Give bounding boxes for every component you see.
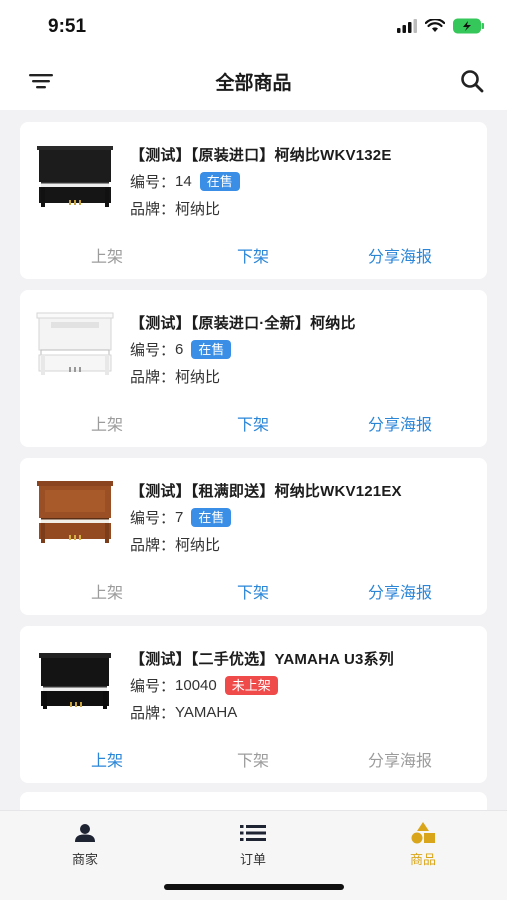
status-bar: 9:51: [0, 0, 507, 54]
tab-merchant[interactable]: 商家: [40, 821, 130, 868]
wifi-icon: [425, 19, 445, 32]
product-code: 14: [175, 173, 192, 190]
product-image: [30, 138, 120, 212]
status-badge: 在售: [199, 172, 240, 191]
person-icon: [75, 824, 95, 842]
take-off-shelf-button[interactable]: 下架: [193, 411, 313, 435]
status-badge: 在售: [191, 340, 232, 359]
take-off-shelf-button[interactable]: 下架: [193, 579, 313, 603]
search-button[interactable]: [459, 68, 485, 94]
share-poster-button[interactable]: 分享海报: [340, 747, 460, 771]
search-icon: [461, 70, 484, 93]
product-code: 6: [175, 341, 184, 358]
product-card[interactable]: 【测试】【原装进口·全新】柯纳比 编号： 6 在售 品牌： 柯纳比 上架 下架 …: [20, 290, 487, 447]
list-icon: [240, 825, 266, 841]
product-brand-label: 品牌：: [130, 369, 176, 386]
signal-icon: [397, 19, 417, 33]
page-header: 全部商品: [0, 54, 507, 110]
wood-upright-piano-image: [37, 481, 113, 543]
product-image: [30, 306, 120, 380]
shapes-icon: [411, 822, 435, 844]
tab-label: 商家: [71, 852, 98, 867]
product-code-label: 编号：: [130, 342, 176, 359]
product-code-label: 编号：: [130, 510, 176, 527]
product-image: [30, 474, 120, 548]
list-on-shelf-button[interactable]: 上架: [47, 243, 167, 267]
product-code: 7: [175, 509, 184, 526]
product-code-label: 编号：: [130, 678, 176, 695]
product-card[interactable]: 【测试】【二手优选】YAMAHA U3系列 编号： 10040 未上架 品牌： …: [20, 626, 487, 783]
list-on-shelf-button[interactable]: 上架: [47, 747, 167, 771]
tab-label: 商品: [409, 852, 436, 867]
status-badge: 在售: [191, 508, 232, 527]
product-brand-label: 品牌：: [130, 537, 176, 554]
black-upright-piano-image: [39, 653, 111, 709]
page-title: 全部商品: [215, 73, 292, 94]
take-off-shelf-button[interactable]: 下架: [193, 747, 313, 771]
product-image: [30, 642, 120, 716]
product-title: 【测试】【原装进口·全新】柯纳比: [130, 315, 356, 332]
product-brand: 柯纳比: [175, 369, 221, 386]
tab-products[interactable]: 商品: [378, 821, 468, 868]
product-card[interactable]: 【测试】【租满即送】柯纳比WKV121EX 编号： 7 在售 品牌： 柯纳比 上…: [20, 458, 487, 615]
tab-orders[interactable]: 订单: [208, 821, 298, 868]
product-code-label: 编号：: [130, 174, 176, 191]
product-brand-label: 品牌：: [130, 705, 176, 722]
product-brand: 柯纳比: [175, 537, 221, 554]
product-code: 10040: [175, 677, 217, 694]
tab-label: 订单: [239, 852, 266, 867]
list-on-shelf-button[interactable]: 上架: [47, 411, 167, 435]
product-brand-label: 品牌：: [130, 201, 176, 218]
white-upright-piano-image: [36, 312, 114, 375]
black-upright-piano-image: [37, 146, 113, 207]
product-brand: 柯纳比: [175, 201, 221, 218]
status-icons: [397, 18, 485, 34]
battery-charging-icon: [453, 18, 484, 34]
product-title: 【测试】【原装进口】柯纳比WKV132E: [130, 147, 392, 164]
list-on-shelf-button[interactable]: 上架: [47, 579, 167, 603]
share-poster-button[interactable]: 分享海报: [340, 243, 460, 267]
share-poster-button[interactable]: 分享海报: [340, 411, 460, 435]
take-off-shelf-button[interactable]: 下架: [193, 243, 313, 267]
product-brand: YAMAHA: [175, 704, 238, 721]
product-card[interactable]: 【测试】【原装进口】柯纳比WKV132E 编号： 14 在售 品牌： 柯纳比 上…: [20, 122, 487, 279]
product-title: 【测试】【租满即送】柯纳比WKV121EX: [130, 483, 402, 500]
status-badge: 未上架: [224, 676, 278, 695]
product-title: 【测试】【二手优选】YAMAHA U3系列: [130, 651, 394, 668]
status-time: 9:51: [48, 16, 87, 37]
home-indicator: [164, 884, 344, 890]
share-poster-button[interactable]: 分享海报: [340, 579, 460, 603]
